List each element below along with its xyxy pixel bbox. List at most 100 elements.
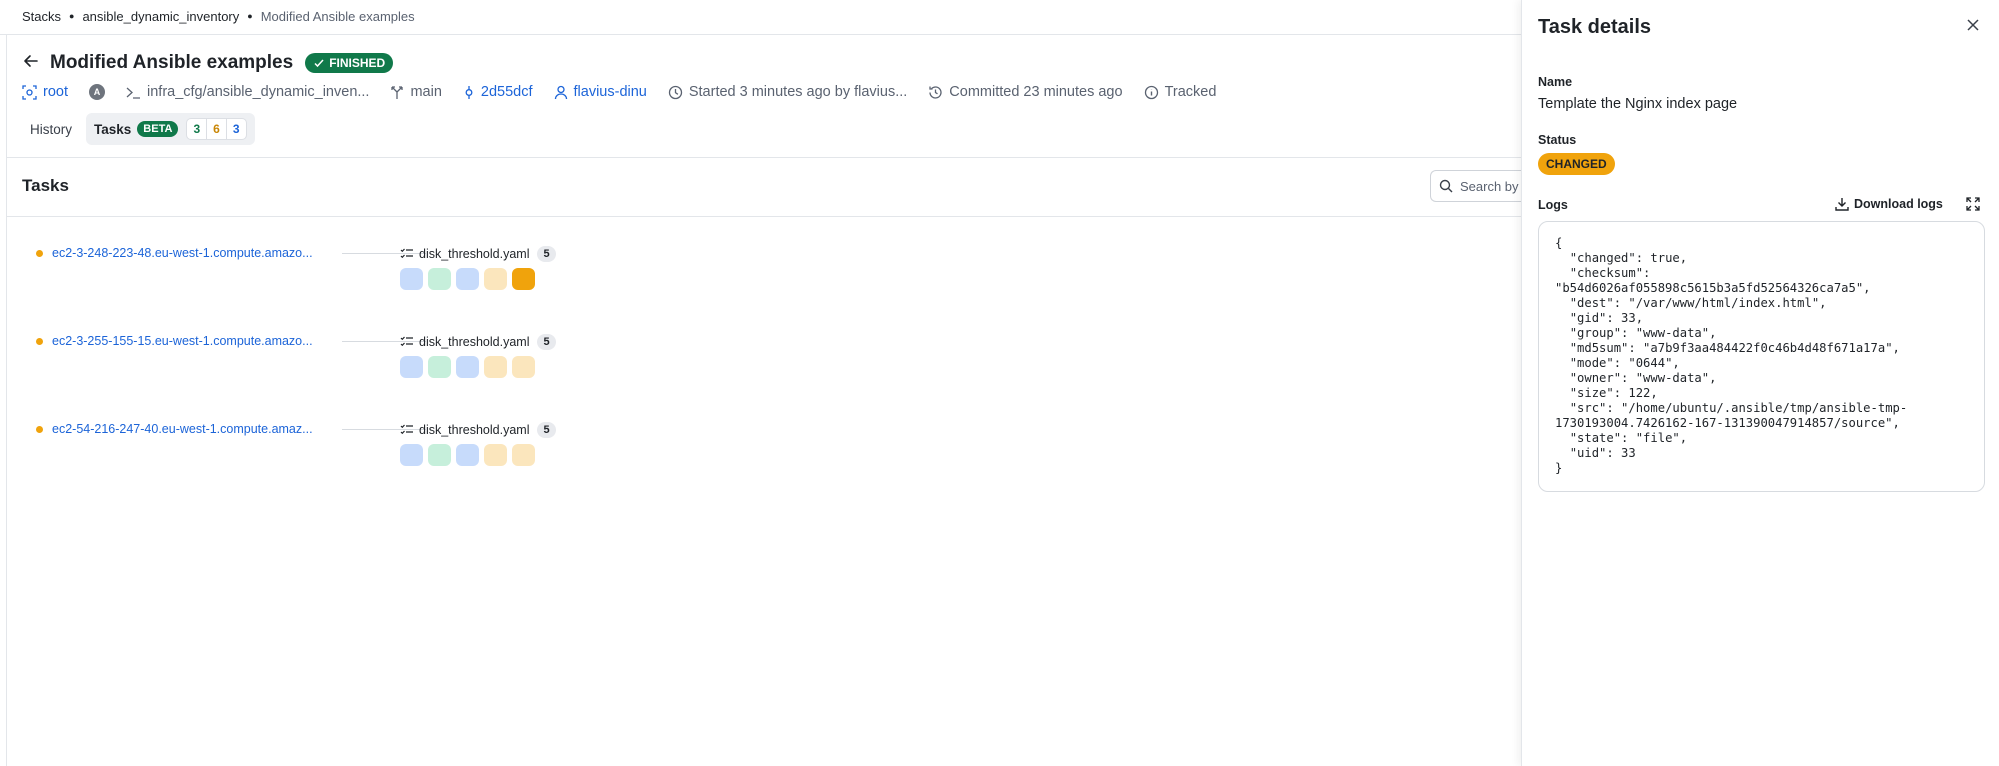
title-row: Modified Ansible examples FINISHED: [22, 50, 394, 76]
task-step-square[interactable]: [400, 268, 423, 290]
tracked-text: Tracked: [1164, 84, 1217, 100]
task-step-square[interactable]: [484, 444, 507, 466]
task-step-square[interactable]: [456, 444, 479, 466]
breadcrumb-separator: ●: [247, 11, 253, 21]
breadcrumb-stacks[interactable]: Stacks: [22, 9, 61, 24]
terminal-icon: [126, 86, 141, 99]
committed-text: Committed 23 minutes ago: [949, 84, 1123, 100]
search-input[interactable]: Search by: [1430, 170, 1530, 202]
beta-badge: BETA: [137, 121, 179, 137]
tracked-info: Tracked: [1144, 84, 1217, 100]
provider-avatar: A: [89, 84, 105, 100]
task-step-square[interactable]: [512, 268, 535, 290]
task-list-icon: [400, 424, 414, 436]
branch-name: main: [410, 84, 442, 100]
task-row: ec2-3-248-223-48.eu-west-1.compute.amazo…: [36, 246, 596, 306]
user-name: flavius-dinu: [573, 84, 647, 100]
task-step-square[interactable]: [428, 356, 451, 378]
expand-icon[interactable]: [1965, 196, 1981, 212]
task-row: ec2-3-255-155-15.eu-west-1.compute.amazo…: [36, 334, 596, 394]
playbook[interactable]: disk_threshold.yaml 5: [400, 334, 556, 350]
count-changed: 6: [207, 119, 227, 139]
tab-tasks-label: Tasks: [94, 121, 132, 137]
ansible-icon: A: [89, 84, 105, 100]
space-name: root: [43, 84, 68, 100]
panel-title: Task details: [1538, 16, 1652, 38]
playbook[interactable]: disk_threshold.yaml 5: [400, 422, 556, 438]
run-tabs: History Tasks BETA 3 6 3: [22, 113, 255, 145]
search-icon: [1439, 179, 1453, 193]
playbook[interactable]: disk_threshold.yaml 5: [400, 246, 556, 262]
breadcrumb-stack[interactable]: ansible_dynamic_inventory: [82, 9, 239, 24]
commit-link[interactable]: 2d55dcf: [463, 84, 533, 100]
started-info: Started 3 minutes ago by flavius...: [668, 84, 907, 100]
divider: [0, 34, 1521, 35]
task-step-square[interactable]: [512, 444, 535, 466]
download-logs-button[interactable]: Download logs: [1834, 196, 1943, 212]
branch: main: [390, 84, 442, 100]
task-step-square[interactable]: [484, 356, 507, 378]
task-step-square[interactable]: [400, 444, 423, 466]
task-step-square[interactable]: [456, 268, 479, 290]
task-steps: [400, 356, 535, 378]
log-text: { "changed": true, "checksum": "b54d6026…: [1555, 236, 1908, 475]
clock-icon: [668, 85, 683, 100]
back-arrow-icon[interactable]: [22, 52, 40, 75]
playbook-name: disk_threshold.yaml: [419, 335, 530, 349]
log-viewer[interactable]: { "changed": true, "checksum": "b54d6026…: [1538, 221, 1985, 492]
logs-label: Logs: [1538, 198, 1568, 212]
name-value: Template the Nginx index page: [1538, 96, 1738, 112]
task-list-icon: [400, 248, 414, 260]
status-dot: [36, 426, 43, 433]
user-icon: [554, 85, 568, 100]
task-step-square[interactable]: [428, 268, 451, 290]
info-icon: [1144, 85, 1159, 100]
close-icon[interactable]: [1965, 17, 1981, 37]
download-icon: [1835, 198, 1849, 211]
space-icon: [22, 84, 37, 100]
status-badge-label: FINISHED: [329, 56, 386, 70]
divider: [6, 216, 1521, 217]
status-badge: FINISHED: [305, 53, 394, 73]
breadcrumb: Stacks ● ansible_dynamic_inventory ● Mod…: [22, 8, 415, 24]
status-dot: [36, 250, 43, 257]
history-icon: [928, 85, 943, 100]
task-steps: [400, 268, 535, 290]
user-link[interactable]: flavius-dinu: [554, 84, 647, 100]
tab-tasks[interactable]: Tasks BETA 3 6 3: [86, 113, 255, 145]
commit-icon: [463, 85, 475, 100]
status-dot: [36, 338, 43, 345]
host-link[interactable]: ec2-54-216-247-40.eu-west-1.compute.amaz…: [52, 422, 342, 436]
task-step-square[interactable]: [484, 268, 507, 290]
task-step-square[interactable]: [400, 356, 423, 378]
task-count-badge: 5: [537, 334, 556, 350]
committed-info: Committed 23 minutes ago: [928, 84, 1123, 100]
task-step-square[interactable]: [512, 356, 535, 378]
host-link[interactable]: ec2-3-255-155-15.eu-west-1.compute.amazo…: [52, 334, 342, 348]
branch-icon: [390, 85, 404, 100]
host-link[interactable]: ec2-3-248-223-48.eu-west-1.compute.amazo…: [52, 246, 342, 260]
playbook-name: disk_threshold.yaml: [419, 247, 530, 261]
space-link[interactable]: root: [22, 84, 68, 100]
breadcrumb-current: Modified Ansible examples: [260, 8, 415, 24]
project-root: infra_cfg/ansible_dynamic_inven...: [126, 84, 369, 100]
playbook-name: disk_threshold.yaml: [419, 423, 530, 437]
tasks-heading: Tasks: [22, 176, 69, 195]
main-area: Stacks ● ansible_dynamic_inventory ● Mod…: [0, 0, 1530, 766]
started-text: Started 3 minutes ago by flavius...: [688, 84, 908, 100]
divider: [6, 157, 1521, 158]
run-meta: root A infra_cfg/ansible_dynamic_inven..…: [22, 82, 1237, 102]
task-details-panel: Task details Name Template the Nginx ind…: [1521, 0, 1999, 766]
breadcrumb-separator: ●: [69, 11, 75, 21]
name-label: Name: [1538, 75, 1573, 89]
status-badge-changed: CHANGED: [1538, 153, 1615, 175]
task-steps: [400, 444, 535, 466]
tab-history[interactable]: History: [22, 113, 80, 145]
count-ok: 3: [187, 119, 208, 139]
task-step-square[interactable]: [428, 444, 451, 466]
task-step-square[interactable]: [456, 356, 479, 378]
project-root-path: infra_cfg/ansible_dynamic_inven...: [147, 84, 370, 100]
status-label: Status: [1538, 133, 1577, 147]
download-logs-label: Download logs: [1854, 197, 1943, 211]
task-list-icon: [400, 336, 414, 348]
